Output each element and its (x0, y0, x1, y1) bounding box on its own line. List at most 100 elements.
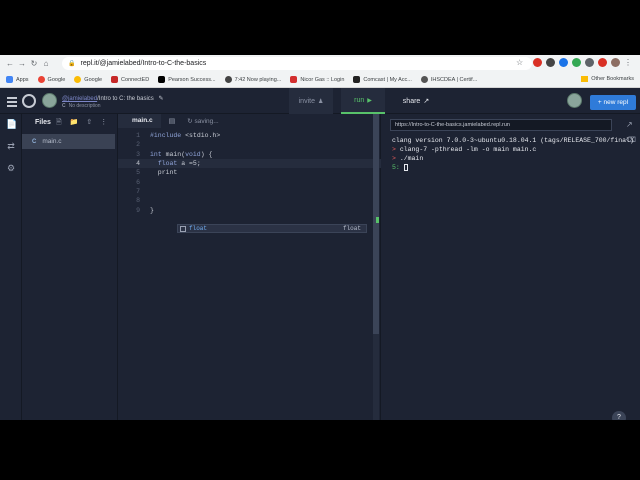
bookmark-item[interactable]: Google (74, 76, 102, 83)
autocomplete-suggestion[interactable]: float (189, 225, 207, 232)
run-label: run (354, 96, 365, 104)
scrollbar-thumb[interactable] (373, 114, 379, 334)
save-status: ↻ saving... (187, 117, 218, 125)
tab-main-c[interactable]: main.c (118, 114, 161, 128)
files-panel: Files 🗎 📁 ⇧ ⋮ C main.c (22, 114, 118, 420)
user-avatar[interactable] (42, 93, 57, 108)
extension-icon[interactable] (559, 58, 568, 67)
line-number: 7 (136, 187, 140, 195)
line-number: 8 (136, 197, 140, 205)
bookmark-item[interactable]: ConnectED (111, 76, 149, 83)
bookmark-item[interactable]: Pearson Success... (158, 76, 216, 83)
user-link[interactable]: @jamielabed (62, 96, 97, 102)
extension-icon[interactable] (546, 58, 555, 67)
bookmark-favicon-icon (158, 76, 166, 83)
code-line[interactable]: 3 int main(void) { (118, 150, 381, 159)
open-external-icon[interactable]: ↗ (626, 120, 633, 129)
bookmark-favicon-icon (111, 76, 119, 83)
extension-icon[interactable] (598, 58, 607, 67)
repl-header: @jamielabed/Intro to C: the basics ✎ C No… (0, 88, 640, 114)
extension-icon[interactable] (585, 58, 594, 67)
bookmark-item[interactable]: IHSCDEA | Certif... (420, 76, 477, 83)
layout-icon[interactable]: ▤ (169, 117, 176, 125)
code-line[interactable]: 9} (118, 205, 381, 214)
bookmark-item[interactable]: Apps (6, 76, 29, 83)
hamburger-menu-icon[interactable] (7, 97, 17, 109)
input-prompt: 5: (392, 164, 404, 171)
account-avatar[interactable] (567, 93, 582, 108)
other-bookmarks[interactable]: Other Bookmarks (581, 76, 634, 82)
version-control-icon[interactable]: ⇄ (6, 141, 16, 151)
bookmark-label: Pearson Success... (168, 76, 216, 83)
project-description: C No description (62, 103, 101, 109)
reload-icon[interactable]: ↻ (28, 59, 40, 68)
terminal-output[interactable]: clang version 7.0.0-3~ubuntu0.18.04.1 (t… (392, 136, 634, 172)
modified-line-marker (376, 217, 379, 223)
bookmark-label: 7:42 Now playing... (234, 76, 282, 83)
invite-button[interactable]: invite ♟ (289, 88, 333, 114)
code-line[interactable]: 1 #include <stdio.h> (118, 131, 381, 140)
autocomplete-popup[interactable]: float float (177, 224, 367, 233)
bookmark-star-icon[interactable]: ☆ (516, 58, 523, 67)
bookmark-item[interactable]: Google (37, 76, 65, 83)
address-bar[interactable]: 🔒 repl.it/@jamielabed/Intro-to-C-the-bas… (62, 57, 532, 70)
bookmark-label: Nicor Gas :: Login (300, 76, 345, 83)
settings-gear-icon[interactable]: ⚙ (6, 163, 16, 173)
project-title[interactable]: @jamielabed/Intro to C: the basics ✎ (62, 95, 164, 102)
terminal-line: > clang-7 -pthread -lm -o main main.c (392, 145, 632, 154)
bookmark-label: Apps (16, 76, 29, 83)
bookmark-label: ConnectED (121, 76, 150, 83)
bookmark-item[interactable]: Nicor Gas :: Login (290, 76, 344, 83)
bookmark-item[interactable]: 7:42 Now playing... (224, 76, 282, 83)
home-icon[interactable]: ⌂ (40, 59, 52, 68)
project-name: /Intro to C: the basics (97, 96, 154, 102)
code-line[interactable]: 4 float a =5; (118, 158, 381, 169)
extension-icon[interactable] (572, 58, 581, 67)
new-file-icon[interactable]: 🗎 (56, 118, 62, 129)
code-line[interactable]: 7 (118, 187, 381, 196)
editor-scrollbar[interactable] (373, 114, 379, 420)
run-button[interactable]: run ▶ (341, 88, 385, 114)
line-number: 5 (136, 169, 140, 177)
terminal-text: ./main (399, 155, 424, 162)
prompt-marker: > (392, 155, 400, 162)
code-line[interactable]: 5 print (118, 168, 381, 177)
more-options-icon[interactable]: ⋮ (100, 118, 107, 129)
edit-pencil-icon[interactable]: ✎ (158, 96, 163, 102)
folder-icon (581, 76, 589, 82)
code-line[interactable]: 8 (118, 196, 381, 205)
bookmark-favicon-icon (224, 76, 232, 83)
files-icon[interactable]: 📄 (6, 119, 17, 129)
new-folder-icon[interactable]: 📁 (70, 118, 79, 129)
back-icon[interactable]: ← (4, 59, 16, 68)
menu-kebab-icon[interactable]: ⋮ (624, 58, 632, 67)
lock-icon: 🔒 (68, 61, 76, 67)
console-panel: https://Intro-to-C-the-basics.jamielabed… (382, 114, 640, 420)
terminal-line: > ./main (392, 154, 632, 163)
replit-logo-icon[interactable] (22, 94, 36, 108)
code-line[interactable]: 2 (118, 140, 381, 149)
autocomplete-type: float (342, 225, 361, 232)
profile-avatar[interactable] (611, 58, 620, 67)
file-item-main-c[interactable]: C main.c (22, 134, 115, 149)
share-icon: ↗ (423, 98, 430, 105)
bookmark-favicon-icon (6, 76, 13, 83)
new-repl-button[interactable]: + new repl (590, 95, 636, 110)
bookmark-item[interactable]: Comcast | My Acc... (353, 76, 412, 83)
code-area[interactable]: 1 #include <stdio.h> 2 3 int main(void) {4 f… (118, 128, 381, 420)
code-editor: main.c ▤ ↻ saving... 1 #include <stdio.h>… (118, 114, 381, 420)
bookmarks-bar: Apps Google Google ConnectED Pearson Suc… (0, 72, 640, 88)
files-toolbar: 🗎 📁 ⇧ ⋮ (56, 118, 107, 129)
code-text: float a =5; (157, 160, 201, 168)
code-line[interactable]: 6 (118, 178, 381, 187)
terminal-cursor (403, 163, 408, 171)
editor-tabs: main.c ▤ ↻ saving... (118, 114, 380, 128)
forward-icon[interactable]: → (16, 59, 28, 68)
extension-icon[interactable] (533, 58, 542, 67)
upload-icon[interactable]: ⇧ (86, 118, 92, 129)
share-button[interactable]: share ↗ (394, 88, 438, 114)
repl-run-url[interactable]: https://Intro-to-C-the-basics.jamielabed… (390, 119, 612, 131)
terminal-input-line[interactable]: 5: (392, 163, 632, 172)
line-number: 3 (136, 150, 140, 158)
help-button[interactable]: ? (612, 411, 626, 420)
